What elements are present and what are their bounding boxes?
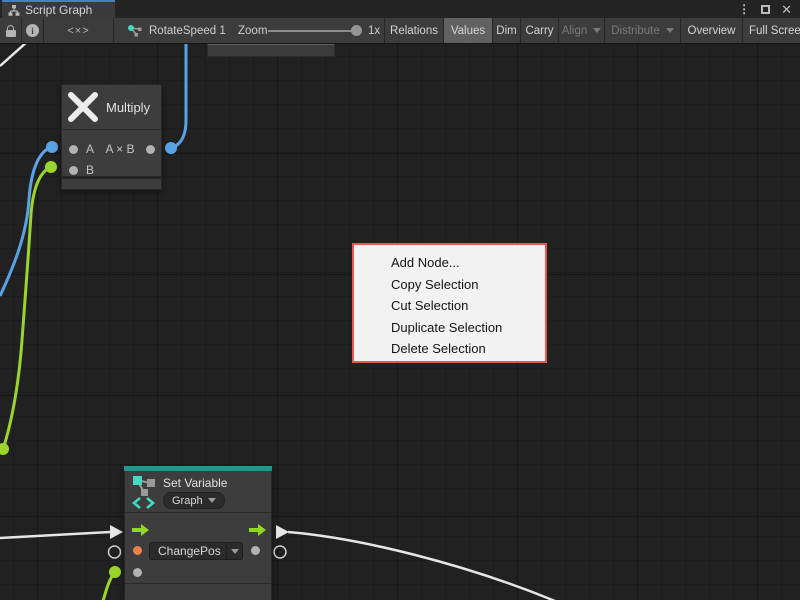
graph-reference-label: RotateSpeed 1 bbox=[149, 25, 226, 37]
menu-item-copy-selection[interactable]: Copy Selection bbox=[354, 274, 545, 296]
graph-reference-breadcrumb[interactable]: RotateSpeed 1 bbox=[128, 18, 238, 43]
zoom-slider-handle[interactable] bbox=[351, 25, 362, 36]
multiply-row-b: B bbox=[62, 164, 161, 176]
lock-button[interactable] bbox=[0, 18, 21, 43]
dropdown-caret-icon bbox=[208, 498, 216, 503]
port-value-input[interactable] bbox=[133, 546, 142, 555]
distribute-button[interactable]: Distribute bbox=[604, 18, 680, 43]
graph-icon bbox=[128, 25, 142, 37]
values-button[interactable]: Values bbox=[443, 18, 492, 43]
port-label-b: B bbox=[86, 163, 94, 177]
variable-scope-value: Graph bbox=[172, 495, 203, 507]
lock-icon bbox=[6, 25, 16, 37]
multiply-icon bbox=[67, 91, 99, 123]
window-controls: ⋮ ✕ bbox=[738, 0, 792, 18]
carry-button[interactable]: Carry bbox=[520, 18, 558, 43]
port-output-axb[interactable] bbox=[146, 145, 155, 154]
dropdown-caret-icon bbox=[593, 28, 601, 33]
menu-item-add-node[interactable]: Add Node... bbox=[354, 252, 545, 274]
variable-scope-dropdown[interactable]: Graph bbox=[163, 492, 225, 509]
dim-button[interactable]: Dim bbox=[492, 18, 520, 43]
port-input-b[interactable] bbox=[69, 166, 78, 175]
port-ring-left[interactable] bbox=[109, 546, 121, 558]
flow-arrowhead-out bbox=[276, 525, 289, 539]
port-extra-input[interactable] bbox=[133, 568, 142, 577]
unity-script-graph-window: Multiply A A × B B bbox=[0, 0, 800, 600]
relations-button[interactable]: Relations bbox=[384, 18, 443, 43]
flow-output-port[interactable] bbox=[249, 524, 266, 536]
set-variable-body: ChangePos bbox=[125, 513, 271, 584]
tab-bar: Script Graph ⋮ ✕ bbox=[0, 0, 800, 18]
variable-name-value: ChangePos bbox=[158, 544, 221, 558]
wire-endpoint-green-b bbox=[45, 161, 57, 173]
set-variable-icon bbox=[132, 475, 159, 510]
overview-button[interactable]: Overview bbox=[680, 18, 742, 43]
port-label-out: A × B bbox=[94, 142, 146, 156]
wire-white-flow-in bbox=[0, 532, 110, 538]
code-preview-button[interactable]: <×> bbox=[44, 18, 113, 43]
toolbar-separator bbox=[113, 18, 114, 43]
variable-name-dropdown[interactable]: ChangePos bbox=[149, 542, 227, 560]
window-menu-icon[interactable]: ⋮ bbox=[738, 3, 750, 15]
port-label-a: A bbox=[86, 142, 94, 156]
maximize-icon[interactable] bbox=[761, 5, 770, 14]
wire-blue-output bbox=[171, 44, 186, 148]
menu-item-cut-selection[interactable]: Cut Selection bbox=[354, 295, 545, 317]
wire-white-flow-out bbox=[288, 532, 555, 600]
close-icon[interactable]: ✕ bbox=[781, 3, 792, 16]
align-label: Align bbox=[562, 25, 588, 37]
wire-endpoint-blue-out bbox=[165, 142, 177, 154]
zoom-label: Zoom bbox=[238, 18, 268, 43]
multiply-node-body: A A × B B bbox=[62, 130, 161, 179]
tab-script-graph[interactable]: Script Graph bbox=[2, 0, 115, 18]
port-ring-right[interactable] bbox=[274, 546, 286, 558]
flow-input-port[interactable] bbox=[132, 524, 149, 536]
zoom-value: 1x bbox=[368, 18, 384, 43]
menu-item-delete-selection[interactable]: Delete Selection bbox=[354, 338, 545, 360]
dropdown-caret-icon bbox=[666, 28, 674, 33]
dropdown-caret-icon bbox=[231, 549, 239, 554]
context-menu: Add Node... Copy Selection Cut Selection… bbox=[352, 243, 547, 363]
wire-endpoint-green-setvar bbox=[109, 566, 121, 578]
menu-item-duplicate-selection[interactable]: Duplicate Selection bbox=[354, 317, 545, 339]
multiply-node[interactable]: Multiply A A × B B bbox=[61, 84, 162, 190]
partially-hidden-node[interactable] bbox=[207, 44, 335, 57]
port-output-value[interactable] bbox=[251, 546, 260, 555]
flow-arrowhead-in bbox=[110, 525, 123, 539]
code-icon: <×> bbox=[67, 25, 89, 37]
zoom-slider[interactable] bbox=[268, 30, 356, 32]
distribute-label: Distribute bbox=[611, 25, 660, 37]
set-variable-footer bbox=[125, 584, 271, 600]
set-variable-node[interactable]: Set Variable Graph ChangePos bbox=[124, 466, 272, 600]
set-variable-header[interactable]: Set Variable Graph bbox=[125, 471, 271, 513]
align-button[interactable]: Align bbox=[558, 18, 604, 43]
tab-title: Script Graph bbox=[25, 3, 92, 17]
info-icon: i bbox=[26, 24, 39, 37]
full-screen-button[interactable]: Full Screen bbox=[742, 18, 800, 43]
multiply-node-title: Multiply bbox=[106, 100, 150, 115]
info-button[interactable]: i bbox=[22, 18, 43, 43]
graph-toolbar: i <×> RotateSpeed 1 Zoom 1x Relations Va… bbox=[0, 18, 800, 44]
set-variable-title: Set Variable bbox=[163, 476, 227, 490]
wire-endpoint-blue-a bbox=[46, 141, 58, 153]
multiply-node-footer bbox=[62, 179, 161, 189]
port-input-a[interactable] bbox=[69, 145, 78, 154]
hierarchy-icon bbox=[8, 5, 20, 16]
multiply-row-a: A A × B bbox=[62, 143, 161, 155]
wire-white-topleft bbox=[0, 44, 28, 66]
multiply-node-header[interactable]: Multiply bbox=[62, 85, 161, 130]
wire-endpoint-green-mid bbox=[0, 443, 9, 455]
variable-name-dropdown-button[interactable] bbox=[227, 542, 243, 560]
